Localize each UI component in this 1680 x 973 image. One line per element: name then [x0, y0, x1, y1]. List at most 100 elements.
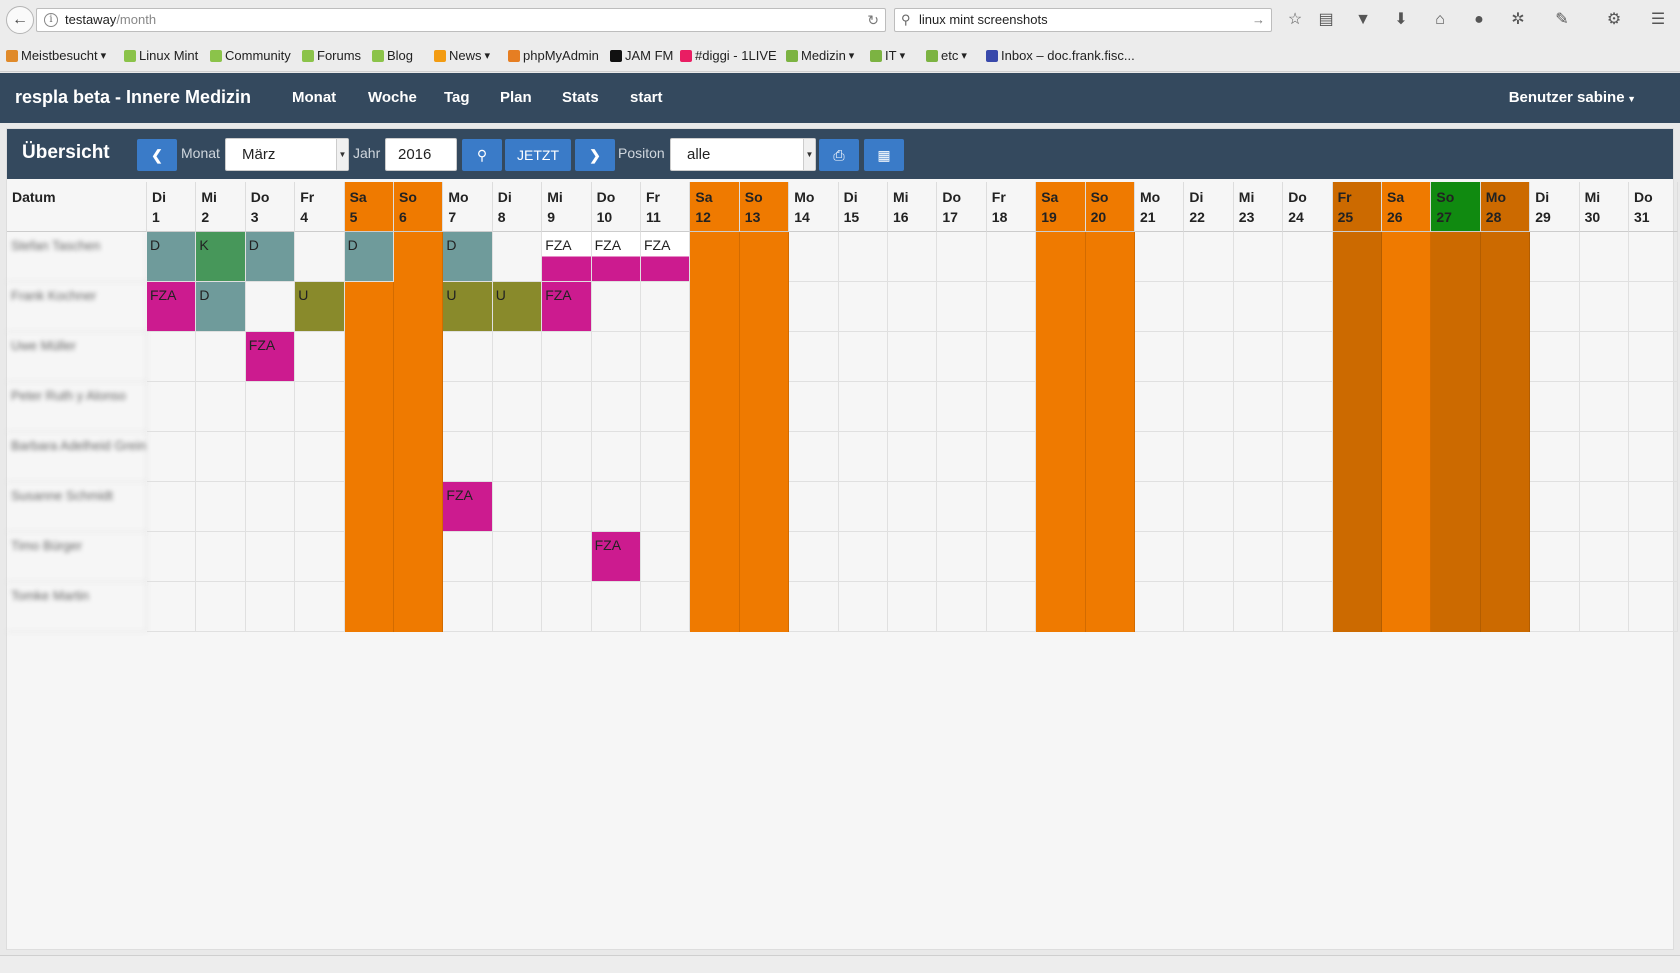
schedule-cell[interactable] — [986, 582, 1037, 632]
schedule-cell[interactable] — [591, 582, 641, 632]
month-select[interactable]: März ▼ — [225, 138, 349, 171]
bookmark-item[interactable]: Community — [210, 48, 291, 63]
schedule-cell[interactable] — [492, 432, 543, 482]
chat-icon[interactable]: ● — [1469, 10, 1489, 30]
schedule-cell[interactable] — [542, 432, 592, 482]
schedule-cell[interactable] — [1283, 282, 1333, 332]
schedule-cell[interactable] — [888, 582, 938, 632]
schedule-cell[interactable] — [888, 382, 938, 432]
day-column-header[interactable]: Sa 19 — [1036, 182, 1086, 232]
day-column-header[interactable]: Do 31 — [1629, 182, 1679, 232]
schedule-cell[interactable] — [1530, 532, 1580, 582]
schedule-cell[interactable] — [1135, 582, 1185, 632]
day-column-header[interactable]: Mo 28 — [1480, 182, 1531, 232]
schedule-cell[interactable] — [1629, 432, 1679, 482]
schedule-cell[interactable] — [789, 582, 839, 632]
day-column-header[interactable]: Fr 4 — [295, 182, 345, 232]
schedule-cell[interactable]: FZA — [542, 282, 592, 332]
download-icon[interactable]: ⬇ — [1391, 10, 1411, 30]
schedule-cell[interactable] — [1530, 232, 1580, 282]
schedule-cell[interactable]: U — [443, 282, 493, 332]
schedule-cell[interactable] — [1233, 232, 1284, 282]
nav-link-stats[interactable]: Stats — [562, 89, 599, 106]
schedule-cell[interactable] — [789, 232, 839, 282]
schedule-cell[interactable] — [1135, 482, 1185, 532]
bookmark-item[interactable]: #diggi - 1LIVE — [680, 48, 777, 63]
schedule-cell[interactable] — [1233, 332, 1284, 382]
schedule-cell[interactable] — [196, 332, 246, 382]
schedule-cell[interactable] — [1629, 232, 1679, 282]
schedule-cell[interactable]: FZA — [591, 232, 641, 282]
day-column-header[interactable]: Do 10 — [591, 182, 641, 232]
schedule-cell[interactable] — [1629, 482, 1679, 532]
day-column-header[interactable]: Mi 2 — [196, 182, 246, 232]
day-column-header[interactable]: Mo 21 — [1135, 182, 1185, 232]
schedule-cell[interactable] — [937, 382, 987, 432]
schedule-cell[interactable]: D — [344, 232, 394, 282]
day-column-header[interactable]: So 27 — [1431, 182, 1481, 232]
schedule-cell[interactable] — [888, 282, 938, 332]
employee-name[interactable]: Peter Ruth y Alonso — [7, 382, 147, 432]
schedule-cell[interactable]: FZA — [245, 332, 296, 382]
schedule-cell[interactable] — [641, 382, 691, 432]
back-arrow-icon[interactable]: ← — [6, 6, 34, 34]
schedule-cell[interactable] — [1233, 532, 1284, 582]
schedule-cell[interactable] — [443, 332, 493, 382]
schedule-cell[interactable]: D — [196, 282, 246, 332]
day-column-header[interactable]: So 13 — [739, 182, 790, 232]
schedule-cell[interactable] — [1579, 532, 1629, 582]
schedule-cell[interactable] — [542, 332, 592, 382]
schedule-cell[interactable] — [789, 482, 839, 532]
schedule-cell[interactable] — [295, 432, 345, 482]
bookmark-item[interactable]: IT ▾ — [870, 48, 905, 63]
home-icon[interactable]: ⌂ — [1430, 10, 1450, 30]
url-input[interactable]: i testaway/month ↻ — [36, 8, 886, 32]
schedule-cell[interactable] — [986, 332, 1037, 382]
schedule-cell[interactable] — [492, 332, 543, 382]
day-column-header[interactable]: Di 15 — [838, 182, 888, 232]
schedule-cell[interactable] — [295, 532, 345, 582]
schedule-cell[interactable] — [245, 432, 296, 482]
schedule-cell[interactable] — [641, 432, 691, 482]
schedule-cell[interactable] — [1135, 532, 1185, 582]
schedule-cell[interactable] — [1530, 582, 1580, 632]
calendar-button[interactable]: ▦ — [864, 139, 904, 171]
schedule-cell[interactable] — [1135, 332, 1185, 382]
schedule-cell[interactable] — [245, 482, 296, 532]
schedule-cell[interactable] — [492, 382, 543, 432]
schedule-cell[interactable] — [492, 482, 543, 532]
schedule-cell[interactable] — [295, 582, 345, 632]
day-column-header[interactable]: Mo 14 — [789, 182, 839, 232]
schedule-cell[interactable] — [591, 282, 641, 332]
schedule-cell[interactable] — [937, 532, 987, 582]
schedule-cell[interactable]: FZA — [147, 282, 197, 332]
day-column-header[interactable]: Di 1 — [147, 182, 197, 232]
schedule-cell[interactable] — [1135, 282, 1185, 332]
schedule-cell[interactable]: D — [443, 232, 493, 282]
employee-name[interactable]: Susanne Schmidt — [7, 482, 147, 532]
nav-link-woche[interactable]: Woche — [368, 89, 417, 106]
schedule-cell[interactable] — [789, 432, 839, 482]
print-button[interactable]: ⎙ — [819, 139, 859, 171]
nav-link-plan[interactable]: Plan — [500, 89, 532, 106]
schedule-cell[interactable] — [1579, 332, 1629, 382]
schedule-cell[interactable] — [295, 332, 345, 382]
schedule-cell[interactable] — [789, 332, 839, 382]
schedule-cell[interactable] — [1579, 232, 1629, 282]
bookmark-item[interactable]: Inbox – doc.frank.fisc... — [986, 48, 1135, 63]
employee-name[interactable]: Frank Kochner — [7, 282, 147, 332]
schedule-cell[interactable] — [443, 532, 493, 582]
day-column-header[interactable]: So 6 — [394, 182, 444, 232]
bookmark-item[interactable]: JAM FM — [610, 48, 673, 63]
schedule-cell[interactable] — [641, 332, 691, 382]
schedule-cell[interactable] — [1530, 432, 1580, 482]
schedule-cell[interactable] — [1629, 332, 1679, 382]
schedule-cell[interactable] — [641, 532, 691, 582]
schedule-cell[interactable]: U — [295, 282, 345, 332]
schedule-cell[interactable] — [245, 282, 296, 332]
bookmark-item[interactable]: News ▾ — [434, 48, 490, 63]
app-brand[interactable]: respla beta - Innere Medizin — [15, 87, 251, 108]
schedule-cell[interactable] — [1530, 482, 1580, 532]
day-column-header[interactable]: Mi 9 — [542, 182, 592, 232]
day-column-header[interactable]: Mi 23 — [1233, 182, 1284, 232]
